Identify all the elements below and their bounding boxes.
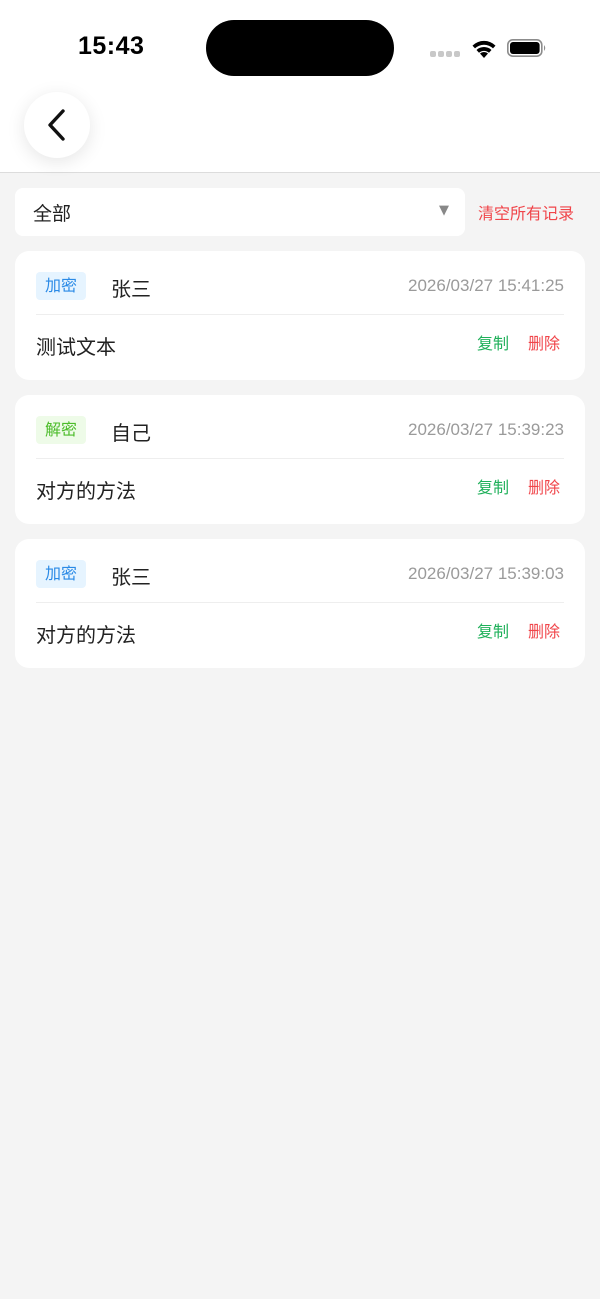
record-card: 加密 张三 2026/03/27 15:39:03 对方的方法 复制 删除 <box>15 539 585 668</box>
filter-row: 全部 ▼ 清空所有记录 <box>15 188 585 236</box>
record-content: 对方的方法 <box>36 479 136 503</box>
delete-button[interactable]: 删除 <box>528 330 560 354</box>
record-list: 加密 张三 2026/03/27 15:41:25 测试文本 复制 删除 解密 … <box>15 251 585 683</box>
record-card: 加密 张三 2026/03/27 15:41:25 测试文本 复制 删除 <box>15 251 585 380</box>
type-badge: 加密 <box>36 272 87 300</box>
record-content: 测试文本 <box>36 335 116 359</box>
record-header: 加密 张三 2026/03/27 15:39:03 <box>36 539 564 603</box>
status-time: 15:43 <box>78 32 145 60</box>
back-button[interactable] <box>24 92 90 158</box>
wifi-icon <box>472 40 496 58</box>
type-badge: 加密 <box>36 560 87 588</box>
battery-icon <box>507 39 546 57</box>
dropdown-arrow-icon: ▼ <box>439 203 449 218</box>
record-header: 解密 自己 2026/03/27 15:39:23 <box>36 395 564 459</box>
clear-all-button[interactable]: 清空所有记录 <box>478 200 574 224</box>
delete-button[interactable]: 删除 <box>528 618 560 642</box>
delete-button[interactable]: 删除 <box>528 474 560 498</box>
record-name: 自己 <box>111 421 151 445</box>
record-name: 张三 <box>111 277 151 301</box>
record-header: 加密 张三 2026/03/27 15:41:25 <box>36 251 564 315</box>
record-time: 2026/03/27 15:39:03 <box>408 564 564 583</box>
header: 15:43 <box>0 0 600 173</box>
type-filter-value: 全部 <box>33 202 72 225</box>
record-name: 张三 <box>111 565 151 589</box>
copy-button[interactable]: 复制 <box>477 618 509 642</box>
dynamic-island <box>206 20 394 76</box>
record-card: 解密 自己 2026/03/27 15:39:23 对方的方法 复制 删除 <box>15 395 585 524</box>
copy-button[interactable]: 复制 <box>477 474 509 498</box>
record-content: 对方的方法 <box>36 623 136 647</box>
cellular-signal-icon <box>430 51 462 59</box>
chevron-left-icon <box>48 109 65 141</box>
type-filter-select[interactable]: 全部 ▼ <box>15 188 465 236</box>
type-badge: 解密 <box>36 416 87 444</box>
record-time: 2026/03/27 15:41:25 <box>408 276 564 295</box>
copy-button[interactable]: 复制 <box>477 330 509 354</box>
record-time: 2026/03/27 15:39:23 <box>408 420 564 439</box>
